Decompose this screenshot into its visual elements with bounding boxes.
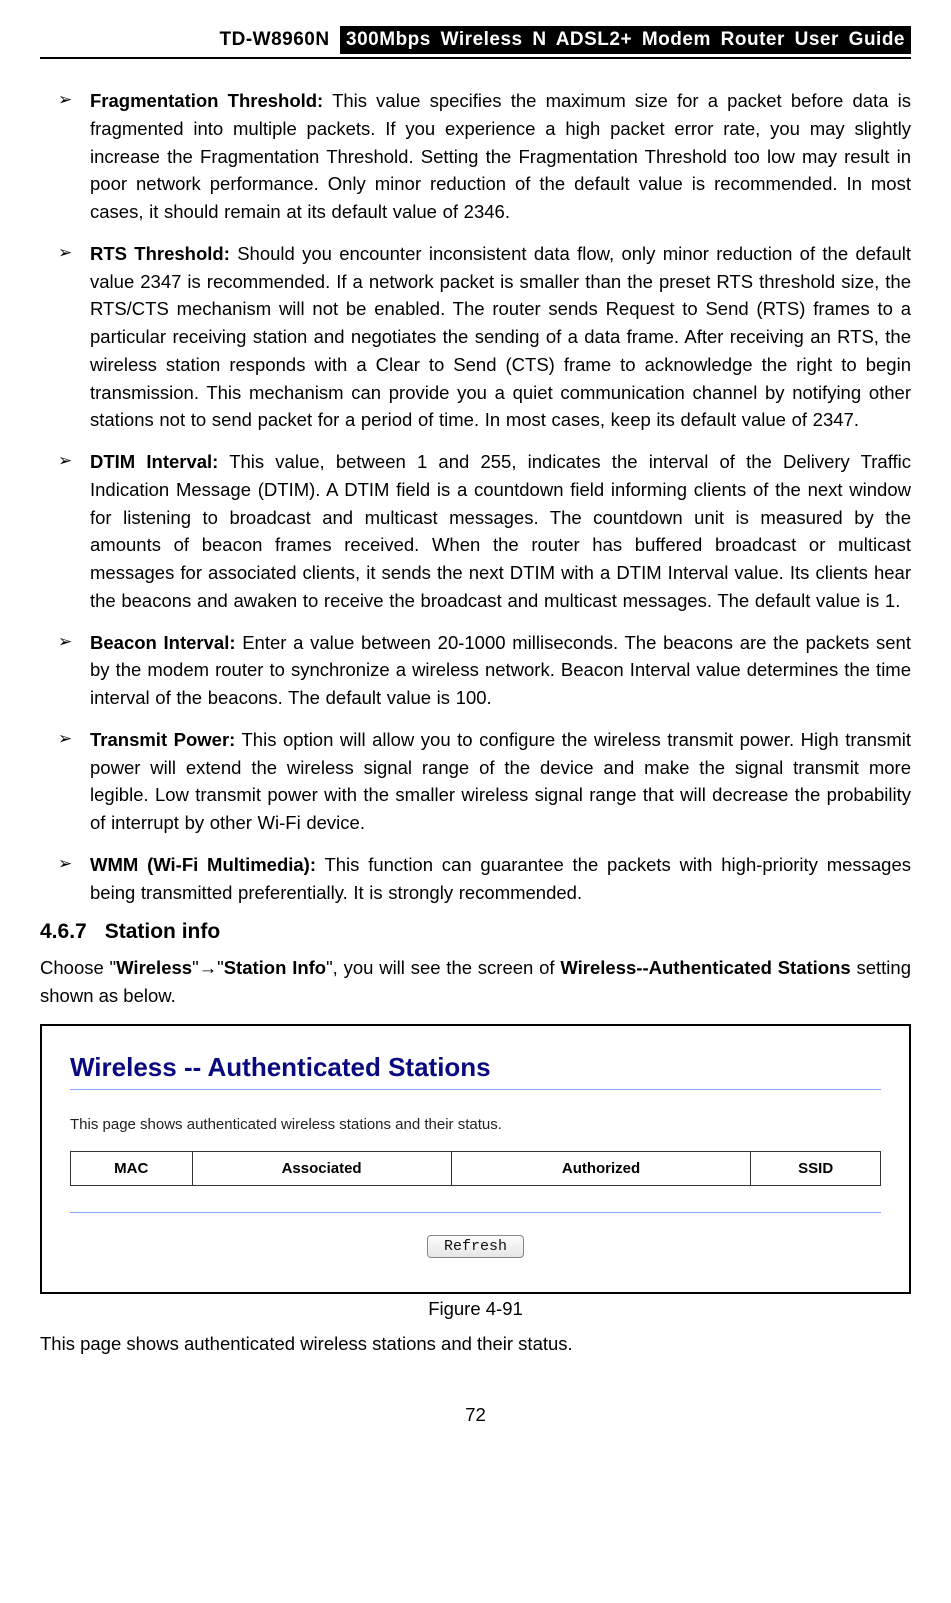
term-label: RTS Threshold: (90, 243, 230, 264)
list-item: Fragmentation Threshold: This value spec… (58, 87, 911, 226)
text: " (217, 957, 224, 978)
embedded-screenshot: Wireless -- Authenticated Stations This … (40, 1024, 911, 1294)
nav-paragraph: Choose "Wireless"→"Station Info", you wi… (40, 954, 911, 1010)
screenshot-title: Wireless -- Authenticated Stations (70, 1052, 881, 1083)
refresh-button[interactable]: Refresh (427, 1235, 524, 1258)
section-number: 4.6.7 (40, 920, 87, 943)
divider (70, 1212, 881, 1213)
feature-list: Fragmentation Threshold: This value spec… (40, 87, 911, 906)
closing-paragraph: This page shows authenticated wireless s… (40, 1330, 911, 1358)
term-label: Fragmentation Threshold: (90, 90, 323, 111)
term-text: This value, between 1 and 255, indicates… (90, 451, 911, 611)
nav-station-info: Station Info (224, 957, 326, 978)
screenshot-description: This page shows authenticated wireless s… (70, 1116, 881, 1133)
term-label: WMM (Wi-Fi Multimedia): (90, 854, 316, 875)
col-ssid: SSID (751, 1151, 881, 1185)
nav-wireless: Wireless (116, 957, 192, 978)
button-row: Refresh (70, 1235, 881, 1258)
term-text: Should you encounter inconsistent data f… (90, 243, 911, 431)
text: " (192, 957, 199, 978)
term-label: DTIM Interval: (90, 451, 218, 472)
text: ", you will see the screen of (326, 957, 560, 978)
col-mac: MAC (71, 1151, 193, 1185)
figure-caption: Figure 4-91 (40, 1298, 911, 1320)
section-title: Station info (105, 920, 220, 943)
list-item: DTIM Interval: This value, between 1 and… (58, 448, 911, 615)
col-associated: Associated (192, 1151, 451, 1185)
model-number: TD-W8960N (220, 29, 330, 50)
stations-table: MAC Associated Authorized SSID (70, 1151, 881, 1186)
screen-name: Wireless--Authenticated Stations (560, 957, 850, 978)
col-authorized: Authorized (451, 1151, 751, 1185)
guide-title: 300Mbps Wireless N ADSL2+ Modem Router U… (340, 26, 911, 54)
arrow-icon: → (199, 957, 218, 978)
list-item: WMM (Wi-Fi Multimedia): This function ca… (58, 851, 911, 907)
list-item: RTS Threshold: Should you encounter inco… (58, 240, 911, 434)
list-item: Beacon Interval: Enter a value between 2… (58, 629, 911, 712)
page-number: 72 (40, 1404, 911, 1426)
list-item: Transmit Power: This option will allow y… (58, 726, 911, 837)
term-label: Beacon Interval: (90, 632, 236, 653)
term-label: Transmit Power: (90, 729, 235, 750)
text: Choose " (40, 957, 116, 978)
section-heading: 4.6.7 Station info (40, 920, 911, 944)
page-header: TD-W8960N 300Mbps Wireless N ADSL2+ Mode… (40, 26, 911, 59)
divider (70, 1089, 881, 1090)
